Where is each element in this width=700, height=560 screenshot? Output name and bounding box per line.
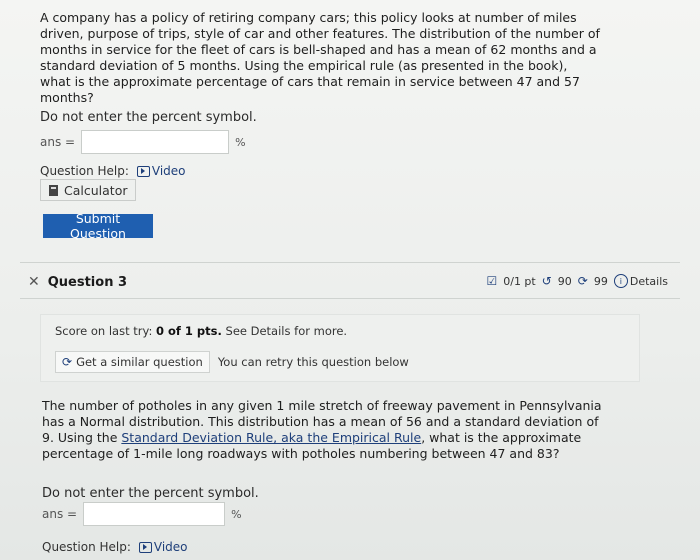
question-help-label: Question Help:	[40, 164, 129, 178]
retries-count: 90	[557, 274, 572, 288]
score-suffix: See Details for more.	[221, 324, 348, 338]
score-panel: Score on last try: 0 of 1 pts. See Detai…	[40, 314, 640, 382]
undo-icon: ↺	[541, 274, 552, 288]
page: A company has a policy of retiring compa…	[0, 0, 700, 560]
video-link[interactable]: Video	[136, 164, 186, 178]
retry-text: You can retry this question below	[217, 355, 409, 369]
score-value: 0 of 1 pts.	[155, 324, 222, 338]
close-icon[interactable]: ✕	[28, 274, 40, 290]
similar-row: ⟳ Get a similar question You can retry t…	[55, 351, 409, 373]
percent-label: %	[235, 135, 246, 149]
answer-row: ans = %	[42, 502, 242, 526]
question-help: Question Help: Video	[42, 540, 188, 554]
video-link-label: Video	[153, 540, 188, 554]
video-link-label: Video	[151, 164, 186, 178]
instruction-text: Do not enter the percent symbol.	[40, 110, 257, 125]
points-text: 0/1 pt	[503, 274, 536, 288]
calculator-label: Calculator	[64, 182, 128, 198]
question-help-label: Question Help:	[42, 540, 131, 554]
percent-label: %	[231, 507, 242, 521]
question-header: ✕ Question 3 ☑ 0/1 pt ↺ 90 ⟳ 99 i Detail…	[28, 270, 668, 294]
submit-question-button[interactable]: Submit Question	[43, 211, 153, 241]
answer-input[interactable]	[83, 502, 226, 526]
details-label: Details	[629, 274, 668, 288]
instruction-text: Do not enter the percent symbol.	[42, 486, 259, 501]
similar-question-label: Get a similar question	[76, 355, 203, 369]
attempts-count: 99	[593, 274, 608, 288]
answer-label: ans =	[40, 135, 76, 149]
divider	[20, 262, 680, 263]
question-text: The number of potholes in any given 1 mi…	[42, 398, 602, 462]
similar-question-button[interactable]: ⟳ Get a similar question	[55, 351, 210, 373]
video-icon	[138, 541, 152, 553]
details-link[interactable]: i Details	[613, 274, 668, 288]
calculator-button[interactable]: Calculator	[40, 179, 137, 201]
score-line: Score on last try: 0 of 1 pts. See Detai…	[55, 324, 347, 338]
empirical-rule-link[interactable]: Standard Deviation Rule, aka the Empiric…	[121, 430, 421, 445]
answer-input[interactable]	[81, 130, 230, 154]
divider	[20, 298, 680, 299]
video-link[interactable]: Video	[138, 540, 188, 554]
question-title: Question 3	[47, 274, 128, 290]
question-meta: ☑ 0/1 pt ↺ 90 ⟳ 99 i Details	[486, 274, 668, 288]
calculator-icon	[49, 184, 58, 196]
video-icon	[136, 165, 150, 177]
question-text: A company has a policy of retiring compa…	[40, 10, 600, 105]
score-prefix: Score on last try:	[55, 324, 156, 338]
answer-row: ans = %	[40, 130, 246, 154]
refresh-icon: ⟳	[62, 355, 73, 369]
checkbox-icon: ☑	[486, 274, 498, 288]
info-icon: i	[613, 274, 628, 288]
refresh-icon: ⟳	[577, 274, 588, 288]
answer-label: ans =	[42, 507, 78, 521]
question-help: Question Help: Video	[40, 164, 186, 178]
